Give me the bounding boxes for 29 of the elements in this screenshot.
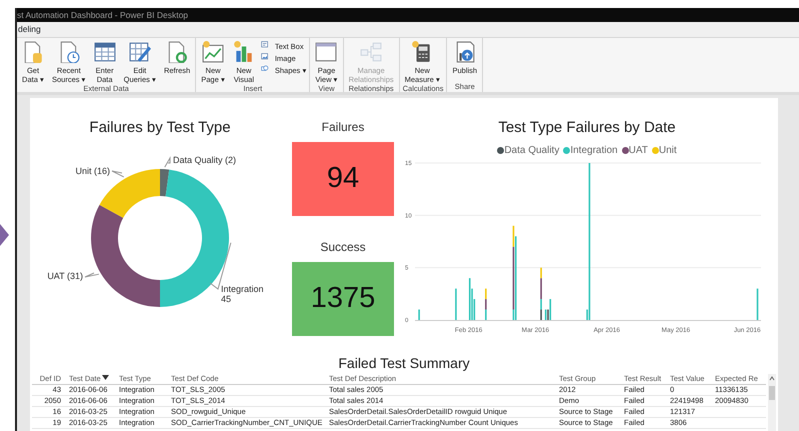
legend-label: UAT (628, 144, 648, 158)
chart-title: Failures by Test Type (88, 118, 232, 138)
chart-icon (202, 41, 224, 63)
card-title: Success (319, 239, 367, 256)
table-pencil-icon (128, 41, 151, 63)
slice-label: Integration 45 (221, 284, 264, 304)
legend-label: Data Quality (504, 144, 560, 158)
card-title: Failures (320, 119, 366, 136)
legend-label: Integration (570, 144, 618, 158)
window-icon (315, 41, 338, 63)
slice-label: UAT (31) (47, 271, 83, 281)
leader-line (164, 156, 170, 168)
leader-line (112, 170, 124, 178)
kpi-card: 1375 (292, 262, 394, 336)
menu-tab[interactable]: deling (18, 24, 41, 34)
scrollbar[interactable] (768, 374, 776, 431)
document-database-icon (22, 41, 44, 63)
slice-label: Data Quality (2) (173, 155, 236, 165)
slice-label: Unit (16) (75, 166, 110, 176)
table-title: Failed Test Summary (337, 354, 471, 373)
arrow-icon (0, 224, 9, 246)
table-icon (94, 41, 116, 63)
chart-title: Test Type Failures by Date (497, 118, 677, 138)
window-title: st Automation Dashboard - Power BI Desktop (17, 10, 188, 20)
diagram-icon (360, 41, 382, 63)
legend-label: Unit (658, 144, 677, 158)
kpi-card: 94 (292, 142, 394, 216)
document-refresh-icon (166, 41, 188, 63)
leader-line (84, 272, 100, 278)
